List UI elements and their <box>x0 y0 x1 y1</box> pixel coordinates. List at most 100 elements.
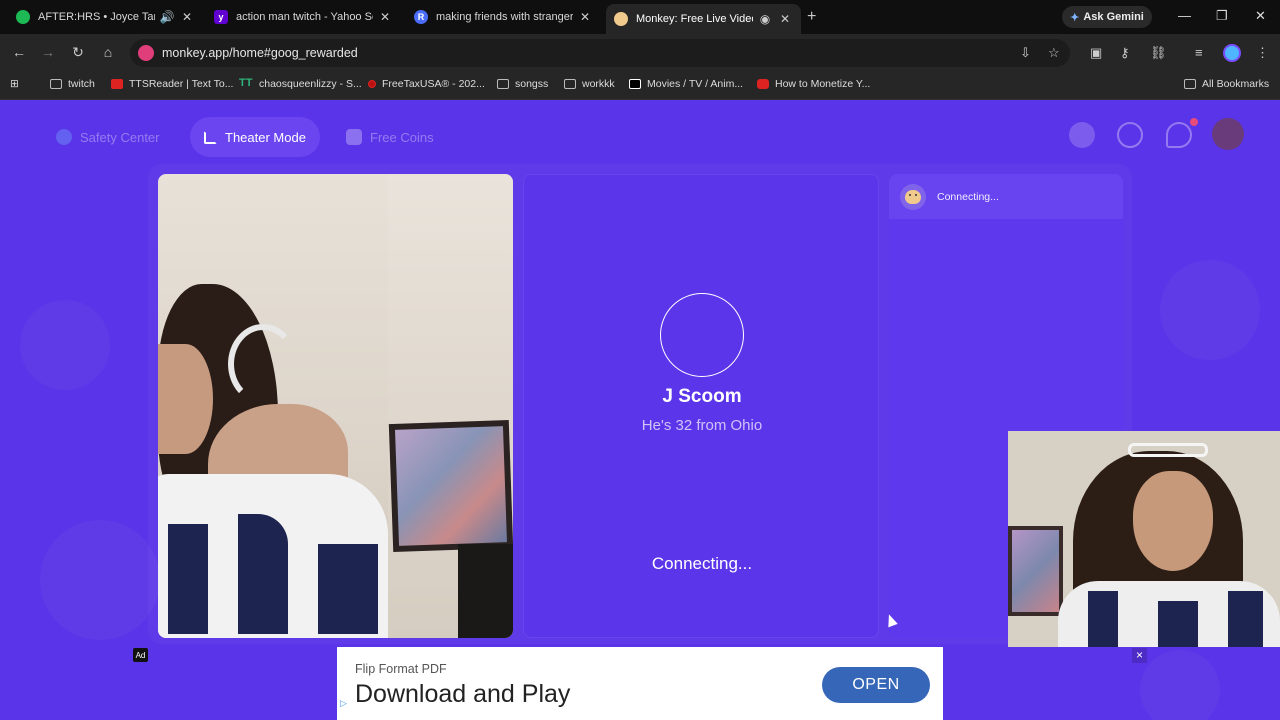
bookmarks-bar: ⊞ twitch TTSReader | Text To... TT chaosq… <box>0 72 1280 100</box>
all-bookmarks[interactable]: All Bookmarks <box>1184 78 1269 90</box>
bookmark-label: Movies / TV / Anim... <box>647 78 744 90</box>
chat-bubble-icon[interactable] <box>1166 122 1192 148</box>
ad-headline: Download and Play <box>355 680 571 708</box>
decorative-bubble <box>1160 260 1260 360</box>
back-icon[interactable]: ← <box>10 44 28 60</box>
tab-yahoo[interactable]: y action man twitch - Yahoo Search ✕ <box>206 4 401 30</box>
reload-icon[interactable]: ↻ <box>69 44 87 61</box>
ad-badge: Ad <box>133 648 148 662</box>
bookmark-freetax[interactable]: FreeTaxUSA® - 202... <box>368 78 485 90</box>
ad-open-button[interactable]: OPEN <box>822 667 930 703</box>
tab-title: AFTER:HRS • Joyce Tan <box>38 11 155 23</box>
safety-center-button[interactable]: Safety Center <box>42 117 174 157</box>
reader-icon[interactable]: ▣ <box>1090 45 1102 61</box>
bookmark-workkk[interactable]: workkk <box>564 78 615 90</box>
monkey-avatar-icon[interactable] <box>1069 122 1095 148</box>
ad-close-button[interactable]: × <box>1132 648 1147 663</box>
folder-icon <box>1184 79 1196 89</box>
close-tab-icon[interactable]: ✕ <box>577 10 593 24</box>
spotify-icon <box>16 10 30 24</box>
free-coins-label: Free Coins <box>370 129 434 145</box>
theater-mode-button[interactable]: Theater Mode <box>190 117 320 157</box>
close-tab-icon[interactable]: ✕ <box>377 10 393 24</box>
video-person-face <box>158 344 213 454</box>
ad-choices-icon[interactable]: ▷ <box>340 698 347 709</box>
decorative-bubble <box>20 300 110 390</box>
self-video-face <box>1133 471 1213 571</box>
self-video <box>1008 431 1280 647</box>
shield-icon <box>56 129 72 145</box>
ask-gemini-button[interactable]: ✦ Ask Gemini <box>1062 6 1152 28</box>
minimize-icon[interactable]: — <box>1178 8 1191 23</box>
forward-icon[interactable]: → <box>39 44 57 60</box>
play-icon <box>629 79 641 89</box>
url-text: monkey.app/home#goog_rewarded <box>162 46 358 60</box>
bookmark-ttsreader[interactable]: TTSReader | Text To... <box>111 78 233 90</box>
bookmark-monetize[interactable]: How to Monetize Y... <box>757 78 870 90</box>
bookmark-songss[interactable]: songss <box>497 78 548 90</box>
bookmark-chaosqueen[interactable]: TT chaosqueenlizzy - S... <box>239 78 362 91</box>
bookmark-movies[interactable]: Movies / TV / Anim... <box>629 78 743 90</box>
link-icon[interactable]: ⛓ <box>1150 45 1167 61</box>
window-close-icon[interactable]: ✕ <box>1255 8 1266 24</box>
video-person-jersey <box>158 474 388 638</box>
video-wall-painting <box>388 419 513 553</box>
chat-status: Connecting... <box>937 190 999 203</box>
chat-header: Connecting... <box>889 174 1123 219</box>
bookmark-label: workkk <box>582 78 615 90</box>
url-bar[interactable]: monkey.app/home#goog_rewarded <box>130 39 1070 67</box>
tab-monkey[interactable]: Monkey: Free Live Video Ch ◉ ✕ <box>606 4 801 34</box>
apps-grid-icon[interactable]: ⊞ <box>10 78 19 90</box>
tab-spotify[interactable]: AFTER:HRS • Joyce Tan 🔊 ✕ <box>8 4 203 30</box>
match-card: J Scoom He's 32 from Ohio Connecting... <box>523 174 879 638</box>
speaker-icon[interactable]: 🔊 <box>159 10 175 24</box>
install-app-icon[interactable]: ⇩ <box>1020 45 1031 61</box>
bookmark-star-icon[interactable]: ☆ <box>1048 45 1060 61</box>
tab-making-friends[interactable]: R making friends with strangers o ✕ <box>406 4 601 30</box>
tab-title: making friends with strangers o <box>436 11 573 23</box>
monkey-app: Safety Center Theater Mode Free Coins J … <box>0 100 1280 720</box>
video-dark-object <box>458 544 513 638</box>
bookmark-label: How to Monetize Y... <box>775 78 871 90</box>
media-queue-icon[interactable]: ≡ <box>1195 45 1203 60</box>
self-video-painting <box>1008 526 1063 616</box>
user-avatar[interactable] <box>1212 118 1244 150</box>
close-tab-icon[interactable]: ✕ <box>179 10 195 24</box>
folder-icon <box>50 79 62 89</box>
self-video-glasses <box>1128 443 1208 457</box>
safety-center-label: Safety Center <box>80 129 160 145</box>
profile-avatar-icon[interactable] <box>1223 44 1241 62</box>
close-tab-icon[interactable]: ✕ <box>777 12 793 26</box>
remote-video <box>158 174 513 638</box>
recording-icon: ◉ <box>759 12 771 26</box>
ad-banner[interactable]: Flip Format PDF Download and Play OPEN ▷ <box>337 647 943 720</box>
password-key-icon[interactable]: ⚷ <box>1120 45 1130 61</box>
bookmark-label: twitch <box>68 78 95 90</box>
monkey-icon <box>614 12 628 26</box>
bookmark-label: All Bookmarks <box>1202 78 1270 90</box>
self-video-jersey <box>1058 581 1280 647</box>
speaker-icon <box>111 79 123 89</box>
browser-tab-bar: AFTER:HRS • Joyce Tan 🔊 ✕ y action man t… <box>0 0 1280 34</box>
history-clock-icon[interactable] <box>1117 122 1143 148</box>
bookmark-twitch[interactable]: twitch <box>50 78 95 90</box>
home-icon[interactable]: ⌂ <box>99 44 117 60</box>
address-toolbar: ← → ↻ ⌂ monkey.app/home#goog_rewarded ⇩ … <box>0 34 1280 72</box>
new-tab-button[interactable]: + <box>807 8 816 26</box>
maximize-icon[interactable]: ❐ <box>1216 8 1228 24</box>
bookmark-label: chaosqueenlizzy - S... <box>259 78 362 90</box>
gemini-label: Ask Gemini <box>1083 11 1144 23</box>
video-headphones <box>228 324 298 404</box>
bookmark-label: songss <box>515 78 549 90</box>
connection-status: Connecting... <box>651 554 753 573</box>
peer-name: J Scoom <box>662 386 742 407</box>
folder-icon <box>564 79 576 89</box>
free-coins-button[interactable]: Free Coins <box>332 117 448 157</box>
tax-icon <box>368 80 376 88</box>
tab-title: Monkey: Free Live Video Ch <box>636 13 753 25</box>
decorative-bubble <box>40 520 160 640</box>
decorative-bubble <box>1140 650 1220 720</box>
peer-info: He's 32 from Ohio <box>641 417 763 434</box>
menu-kebab-icon[interactable]: ⋮ <box>1256 45 1269 61</box>
yahoo-icon: y <box>214 10 228 24</box>
